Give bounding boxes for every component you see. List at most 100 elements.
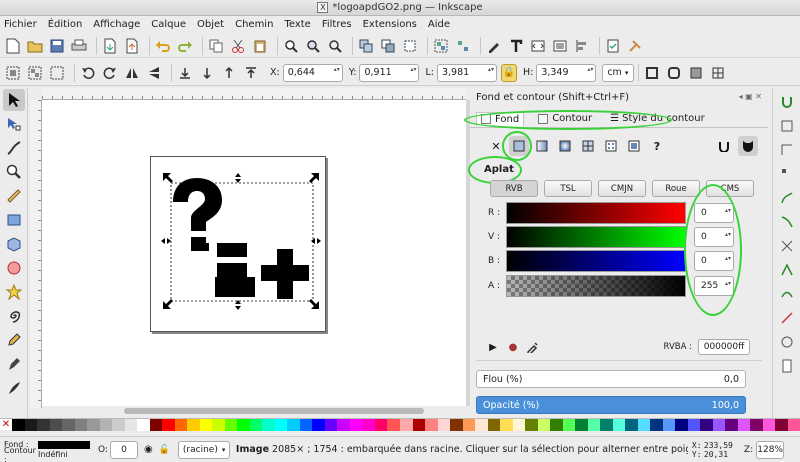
channel-b-slider[interactable] xyxy=(506,250,686,272)
raise-icon[interactable] xyxy=(220,64,238,82)
measure-tool-icon[interactable] xyxy=(3,185,25,207)
palette-swatch[interactable] xyxy=(249,419,263,431)
x-input[interactable]: 0,644 xyxy=(282,63,343,82)
palette-swatch[interactable] xyxy=(512,419,526,431)
unset-paint-icon[interactable]: ? xyxy=(647,136,667,156)
palette-swatch[interactable] xyxy=(274,419,288,431)
zoom-tool-icon[interactable] xyxy=(3,161,25,183)
palette-swatch[interactable] xyxy=(262,419,275,431)
palette-swatch[interactable] xyxy=(149,419,163,431)
copy-icon[interactable] xyxy=(207,37,225,55)
scale-pattern-icon[interactable] xyxy=(709,64,727,82)
calligraphy-tool-icon[interactable] xyxy=(3,377,25,399)
palette-swatch[interactable] xyxy=(124,419,138,431)
palette-swatch[interactable] xyxy=(737,419,751,431)
palette-swatch[interactable] xyxy=(600,419,613,431)
visibility-eye-icon[interactable]: ◉ xyxy=(144,444,153,455)
menu-extensions[interactable]: Extensions xyxy=(363,19,417,30)
menu-aide[interactable]: Aide xyxy=(428,19,450,30)
lower-bottom-icon[interactable] xyxy=(176,64,194,82)
palette-swatch[interactable] xyxy=(399,419,413,431)
raise-top-icon[interactable] xyxy=(242,64,260,82)
width-input[interactable]: 3,981 xyxy=(436,63,497,82)
fill-indicator-swatch[interactable] xyxy=(38,440,90,449)
mode-wheel-button[interactable]: Roue xyxy=(652,180,700,197)
palette-swatch[interactable] xyxy=(287,419,300,431)
undo-icon[interactable] xyxy=(154,37,172,55)
pen-tool-icon[interactable] xyxy=(3,353,25,375)
y-input[interactable]: 0,911 xyxy=(359,63,420,82)
group-icon[interactable] xyxy=(432,37,450,55)
palette-swatch[interactable] xyxy=(500,419,513,431)
snap-paths-icon[interactable] xyxy=(778,213,796,231)
vertical-ruler[interactable] xyxy=(30,100,42,408)
horizontal-scrollbar[interactable] xyxy=(124,408,424,414)
fill-rule-nonzero-icon[interactable] xyxy=(738,136,758,156)
menu-objet[interactable]: Objet xyxy=(197,19,224,30)
menu-affichage[interactable]: Affichage xyxy=(93,19,140,30)
mode-rgb-button[interactable]: RVB xyxy=(490,180,538,197)
palette-swatch[interactable] xyxy=(637,419,651,431)
star-tool-icon[interactable] xyxy=(3,281,25,303)
palette-swatch[interactable] xyxy=(650,419,663,431)
snap-cusp-icon[interactable] xyxy=(778,261,796,279)
horizontal-ruler[interactable] xyxy=(42,88,466,100)
menu-edition[interactable]: Édition xyxy=(48,19,83,30)
deselect-icon[interactable] xyxy=(48,64,66,82)
palette-swatch[interactable] xyxy=(212,419,225,431)
palette-swatch[interactable] xyxy=(337,419,350,431)
snap-page-icon[interactable] xyxy=(778,357,796,375)
palette-swatch[interactable] xyxy=(612,419,626,431)
scale-corners-icon[interactable] xyxy=(665,64,683,82)
fill-stroke-indicator[interactable]: Fond : Contour : Indéfini xyxy=(4,440,90,462)
xml-editor-icon[interactable] xyxy=(529,37,547,55)
save-icon[interactable] xyxy=(48,37,66,55)
pencil-tool-icon[interactable] xyxy=(3,329,25,351)
palette-swatch[interactable] xyxy=(587,419,601,431)
flip-horizontal-icon[interactable] xyxy=(123,64,141,82)
tweak-tool-icon[interactable] xyxy=(3,137,25,159)
palette-swatch[interactable] xyxy=(299,419,313,431)
select-all-layers-icon[interactable] xyxy=(26,64,44,82)
snap-bbox-corners-icon[interactable] xyxy=(778,165,796,183)
unlink-clone-icon[interactable] xyxy=(401,37,419,55)
objects-icon[interactable] xyxy=(551,37,569,55)
layer-lock-icon[interactable]: 🔓 xyxy=(159,445,170,455)
unit-select[interactable]: cm ▾ xyxy=(602,63,635,82)
lock-ratio-icon[interactable]: 🔒 xyxy=(500,63,517,82)
palette-swatch[interactable] xyxy=(24,419,38,431)
lower-icon[interactable] xyxy=(198,64,216,82)
flip-vertical-icon[interactable] xyxy=(145,64,163,82)
opacity-status-input[interactable]: 0 xyxy=(109,440,138,459)
menu-calque[interactable]: Calque xyxy=(151,19,186,30)
height-input[interactable]: 3,349 xyxy=(536,63,597,82)
ellipse-tool-icon[interactable] xyxy=(3,257,25,279)
paste-icon[interactable] xyxy=(251,37,269,55)
palette-swatch[interactable] xyxy=(99,419,113,431)
snap-smooth-icon[interactable] xyxy=(778,285,796,303)
cut-icon[interactable] xyxy=(229,37,247,55)
palette-swatch[interactable] xyxy=(487,419,501,431)
palette-swatch[interactable] xyxy=(174,419,188,431)
ungroup-icon[interactable] xyxy=(454,37,472,55)
swatch-icon[interactable] xyxy=(624,136,644,156)
palette-swatch[interactable] xyxy=(537,419,551,431)
palette-swatch[interactable] xyxy=(550,419,563,431)
pattern-icon[interactable] xyxy=(601,136,621,156)
snap-center-icon[interactable] xyxy=(778,333,796,351)
snap-midpoint-icon[interactable] xyxy=(778,309,796,327)
palette-swatch[interactable] xyxy=(775,419,788,431)
new-document-icon[interactable] xyxy=(4,37,22,55)
select-all-icon[interactable] xyxy=(4,64,22,82)
palette-swatch[interactable] xyxy=(662,419,676,431)
palette-swatch[interactable] xyxy=(575,419,588,431)
menu-texte[interactable]: Texte xyxy=(284,19,310,30)
document-properties-icon[interactable] xyxy=(604,37,622,55)
fill-rule-evenodd-icon[interactable] xyxy=(714,136,734,156)
menu-fichier[interactable]: Fichier xyxy=(4,19,37,30)
open-folder-icon[interactable] xyxy=(26,37,44,55)
mesh-gradient-icon[interactable] xyxy=(578,136,598,156)
preferences-icon[interactable] xyxy=(626,37,644,55)
palette-swatch[interactable] xyxy=(762,419,776,431)
zoom-selection-icon[interactable] xyxy=(282,37,300,55)
